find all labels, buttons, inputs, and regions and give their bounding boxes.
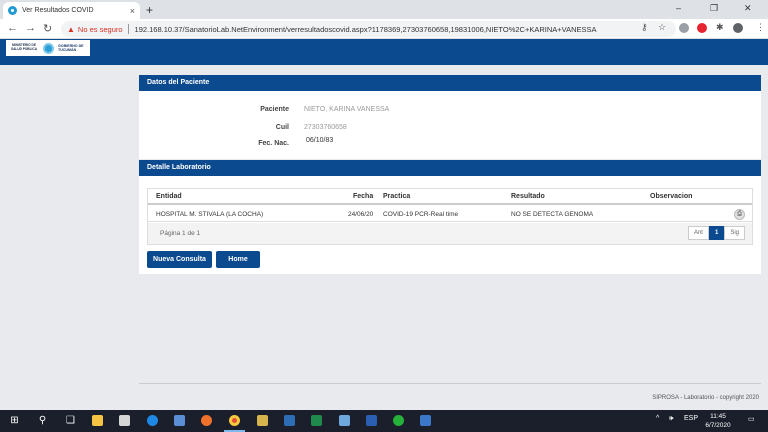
app-icon-3[interactable] [419,414,432,427]
government-logo: GOBIERNO DE TUCUMÁN [58,44,84,52]
task-view-icon[interactable]: ❑ [64,414,77,427]
minimize-button[interactable]: – [676,3,681,13]
extension-icon[interactable] [679,23,689,33]
store-icon[interactable] [173,414,186,427]
tray-expand-icon[interactable]: ^ [656,415,659,422]
patient-name-value: NIETO, KARINA VANESSA [304,106,390,113]
birthdate-label: Fec. Nac. [258,140,289,147]
cuil-value: 27303760658 [304,124,347,131]
profile-avatar-icon[interactable] [733,23,743,33]
site-header [0,39,768,57]
opera-extension-icon[interactable] [697,23,707,33]
forward-button[interactable]: → [25,22,36,34]
word-icon[interactable] [365,414,378,427]
edge-icon[interactable] [146,414,159,427]
calculator-icon[interactable] [118,414,131,427]
excel-icon[interactable] [310,414,323,427]
col-fecha[interactable]: Fecha [353,193,373,200]
pager-next[interactable]: Sig [724,226,745,240]
patient-panel-title: Datos del Paciente [139,75,761,91]
clock[interactable]: 11:45 6/7/2020 [696,412,740,430]
new-tab-button[interactable]: + [146,3,153,17]
browser-toolbar: ← → ↻ ▲ No es seguro 192.168.10.37/Sanat… [0,19,768,39]
notification-icon[interactable]: ▭ [748,415,755,423]
network-app-icon[interactable] [283,414,296,427]
browser-menu-icon[interactable]: ⋮ [756,22,765,33]
tab-title: Ver Resultados COVID [22,7,94,14]
pager-page-1[interactable]: 1 [708,226,725,240]
reload-button[interactable]: ↻ [43,22,52,35]
home-button[interactable]: Home [216,251,260,268]
lab-panel-title: Detalle Laboratorio [139,160,761,176]
app-icon-2[interactable] [338,414,351,427]
maximize-button[interactable]: ❐ [710,3,718,14]
browser-tabstrip: Ver Resultados COVID × + – ❐ ✕ [0,0,768,19]
patient-name-label: Paciente [260,106,289,113]
whatsapp-icon[interactable] [392,414,405,427]
cell-resultado: NO SE DETECTA GENOMA [511,211,594,218]
cell-fecha: 24/06/20 [348,211,374,218]
table-header: Entidad Fecha Practica Resultado Observa… [148,189,752,205]
start-icon[interactable]: ⊞ [8,414,21,427]
volume-icon[interactable]: 🕪 [669,415,673,423]
new-query-button[interactable]: Nueva Consulta [147,251,212,268]
pager-prev[interactable]: Ant [687,226,709,240]
government-seal-icon [43,42,54,54]
extensions-icon[interactable]: ✱ [716,22,724,33]
clock-time: 11:45 [710,413,726,420]
print-icon[interactable]: ⎙ [734,209,745,220]
header-band [0,57,768,65]
security-label[interactable]: No es seguro [78,25,123,34]
chrome-icon[interactable] [228,414,241,427]
birthdate-value: 06/10/83 [306,137,334,144]
pagination: Ant 1 Sig [687,226,745,240]
file-explorer-icon[interactable] [91,414,104,427]
header-logos: MINISTERIO DE SALUD PÚBLICA GOBIERNO DE … [6,40,90,56]
omnibox-separator [127,24,129,34]
cell-practica: COVID-19 PCR-Real time [383,211,459,218]
search-icon[interactable]: ⚲ [36,414,49,427]
table-row[interactable]: HOSPITAL M. STIVALA (LA COCHA) 24/06/20 … [148,207,752,222]
cell-entidad: HOSPITAL M. STIVALA (LA COCHA) [156,211,264,218]
browser-tab[interactable]: Ver Resultados COVID × [3,2,140,19]
warning-icon: ▲ [67,24,75,34]
back-button[interactable]: ← [7,22,18,34]
footer-copyright: SIPROSA - Laboratorio - copyright 2020 [652,395,759,401]
table-footer: Página 1 de 1 Ant 1 Sig [148,223,752,244]
col-practica[interactable]: Practica [383,193,410,200]
clock-date: 6/7/2020 [705,422,731,429]
patient-panel: Datos del Paciente Paciente NIETO, KARIN… [139,75,761,159]
lab-panel: Detalle Laboratorio Entidad Fecha Practi… [139,160,761,274]
col-resultado[interactable]: Resultado [511,193,545,200]
address-bar[interactable]: ▲ No es seguro 192.168.10.37/SanatorioLa… [61,21,676,37]
gov-logo-line2: TUCUMÁN [58,48,77,52]
favicon-icon [8,6,17,15]
key-icon[interactable]: ⚷ [641,22,648,33]
ministry-logo: MINISTERIO DE SALUD PÚBLICA [10,43,38,51]
window-close-button[interactable]: ✕ [744,3,752,14]
firefox-icon[interactable] [200,414,213,427]
footer-divider [139,383,761,384]
bookmark-star-icon[interactable]: ☆ [658,22,666,33]
col-observacion[interactable]: Observacion [650,193,692,200]
url-text[interactable]: 192.168.10.37/SanatorioLab.NetEnvironmen… [135,25,597,34]
results-table: Entidad Fecha Practica Resultado Observa… [147,188,753,245]
page-info: Página 1 de 1 [160,230,201,237]
cuil-label: Cuil [275,124,289,131]
col-entidad[interactable]: Entidad [156,193,182,200]
app-icon[interactable] [256,414,269,427]
windows-taskbar: ⊞ ⚲ ❑ ^ 🕪 ESP 11:45 6/7/2020 ▭ [0,410,768,432]
tab-close-icon[interactable]: × [130,6,135,16]
